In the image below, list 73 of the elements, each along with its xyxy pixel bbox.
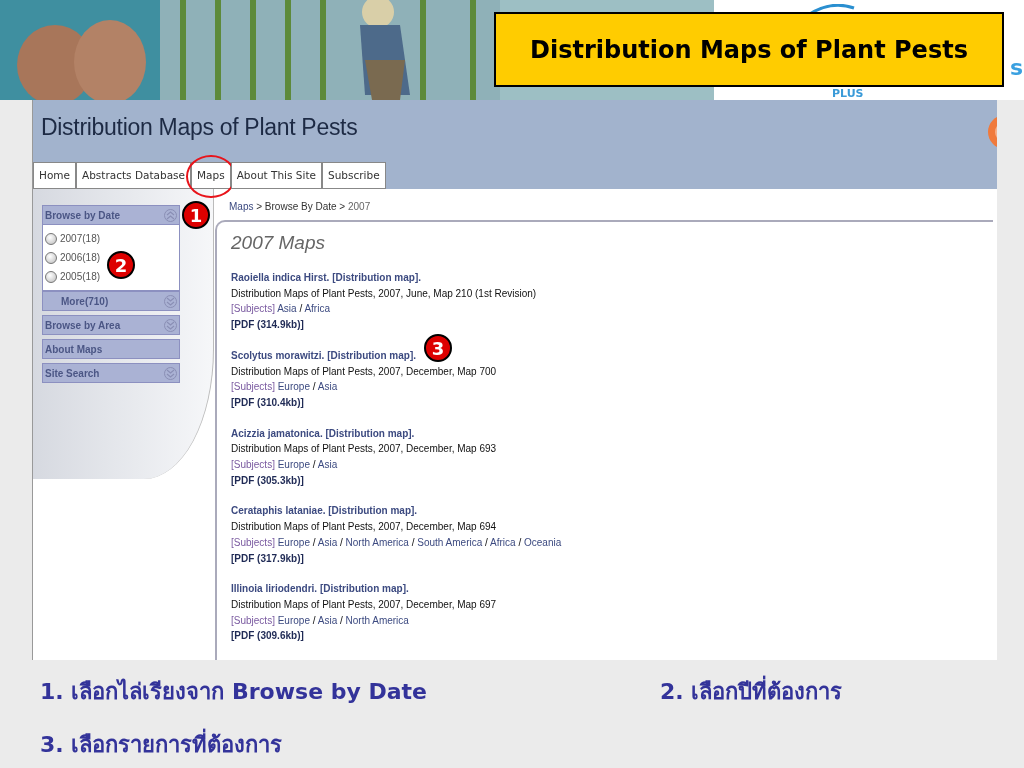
sidebar-header[interactable]: Site Search (42, 363, 180, 383)
nav-tab[interactable]: Home (33, 162, 76, 189)
subject-separator: / (484, 536, 489, 548)
breadcrumb-separator: > (255, 201, 264, 212)
result-title-link[interactable]: Raoiella indica Hirst. [Distribution map]. (231, 270, 422, 286)
nav-tab[interactable]: Abstracts Database (76, 162, 191, 189)
subject-link[interactable]: North America (345, 614, 409, 626)
subject-separator: / (338, 536, 344, 548)
result-title-link[interactable]: Acizzia jamatonica. [Distribution map]. (231, 425, 415, 442)
nav-tab[interactable]: Maps (191, 162, 231, 189)
subject-separator: / (298, 303, 304, 315)
instruction-text: 2. เลือกปีที่ต้องการ (660, 674, 843, 709)
radio-button[interactable] (45, 251, 57, 264)
subject-link[interactable]: Oceania (524, 536, 562, 548)
subjects-label: [Subjects] (231, 381, 275, 393)
logo-text: PLUS (832, 88, 864, 100)
instruction-text: 1. เลือกไล่เรียงจาก Browse by Date (40, 677, 427, 706)
logo-text: s (1010, 55, 1024, 80)
pdf-link[interactable]: [PDF (314.9kb)] (231, 317, 979, 333)
subject-link[interactable]: Asia (317, 614, 338, 626)
breadcrumb-link[interactable]: Maps (229, 201, 254, 212)
subject-link[interactable]: South America (417, 536, 483, 548)
subjects-label: [Subjects] (231, 614, 275, 626)
breadcrumb-item: Browse By Date (264, 201, 337, 212)
pdf-link[interactable]: [PDF (317.9kb)] (231, 550, 979, 567)
subject-separator: / (311, 614, 317, 626)
subject-separator: / (311, 536, 317, 548)
subject-link[interactable]: Asia (317, 459, 338, 471)
subject-link[interactable]: Europe (277, 459, 310, 471)
subjects-label: [Subjects] (231, 459, 275, 471)
subject-link[interactable]: North America (345, 536, 409, 548)
result-title-link[interactable]: Illinoia liriodendri. [Distribution map]. (231, 581, 409, 597)
breadcrumb-item: 2007 (347, 201, 371, 212)
pdf-link[interactable]: [PDF (305.3kb)] (231, 472, 979, 489)
subject-link[interactable]: Africa (304, 303, 330, 315)
pdf-link[interactable]: [PDF (309.6kb)] (231, 628, 979, 645)
citation-text: Distribution Maps of Plant Pests, 2007, June, Map 210 (1st Revision) (231, 286, 538, 301)
result-title-link[interactable]: Scolytus morawitzi. [Distribution map]. (231, 347, 416, 364)
subject-link[interactable]: Europe (277, 536, 310, 548)
subject-separator: / (517, 536, 523, 548)
result-title-link[interactable]: Cerataphis lataniae. [Distribution map]. (231, 503, 418, 520)
radio-button[interactable] (45, 270, 57, 283)
citation-text: Distribution Maps of Plant Pests, 2007, December, Map 697 (231, 597, 498, 612)
radio-label[interactable]: 2007(18) (60, 233, 101, 244)
subject-separator: / (338, 614, 344, 626)
pdf-link[interactable]: [PDF (310.4kb)] (231, 394, 979, 411)
radio-label[interactable]: 2005(18) (60, 271, 101, 282)
page-heading: 2007 Maps (231, 232, 326, 254)
site-title: Distribution Maps of Plant Pests (41, 114, 358, 141)
subject-separator: / (311, 459, 317, 471)
sidebar-header[interactable]: About Maps (42, 339, 180, 359)
ring-icon (985, 114, 997, 150)
citation-text: Distribution Maps of Plant Pests, 2007, December, Map 693 (231, 442, 498, 457)
subject-separator: / (311, 381, 317, 393)
subject-separator: / (410, 536, 416, 548)
subject-link[interactable]: Asia (277, 303, 297, 315)
collapse-icon[interactable] (164, 208, 177, 222)
instruction-text: 3. เลือกรายการที่ต้องการ (40, 727, 283, 762)
subjects-label: [Subjects] (231, 303, 275, 315)
subject-link[interactable]: Africa (490, 536, 516, 548)
slide-title: Distribution Maps of Plant Pests (494, 12, 1004, 87)
radio-button[interactable] (45, 232, 57, 245)
nav-tab[interactable]: About This Site (230, 162, 322, 189)
subject-link[interactable]: Europe (277, 381, 310, 393)
nav-tab[interactable]: Subscribe (322, 162, 386, 189)
radio-label[interactable]: 2006(18) (60, 252, 101, 263)
subject-link[interactable]: Europe (277, 614, 310, 626)
subject-link[interactable]: Asia (317, 536, 338, 548)
citation-text: Distribution Maps of Plant Pests, 2007, December, Map 694 (231, 520, 498, 535)
citation-text: Distribution Maps of Plant Pests, 2007, December, Map 700 (231, 364, 498, 379)
subjects-label: [Subjects] (231, 536, 275, 548)
subject-link[interactable]: Asia (317, 381, 338, 393)
breadcrumb-separator: > (338, 201, 347, 212)
